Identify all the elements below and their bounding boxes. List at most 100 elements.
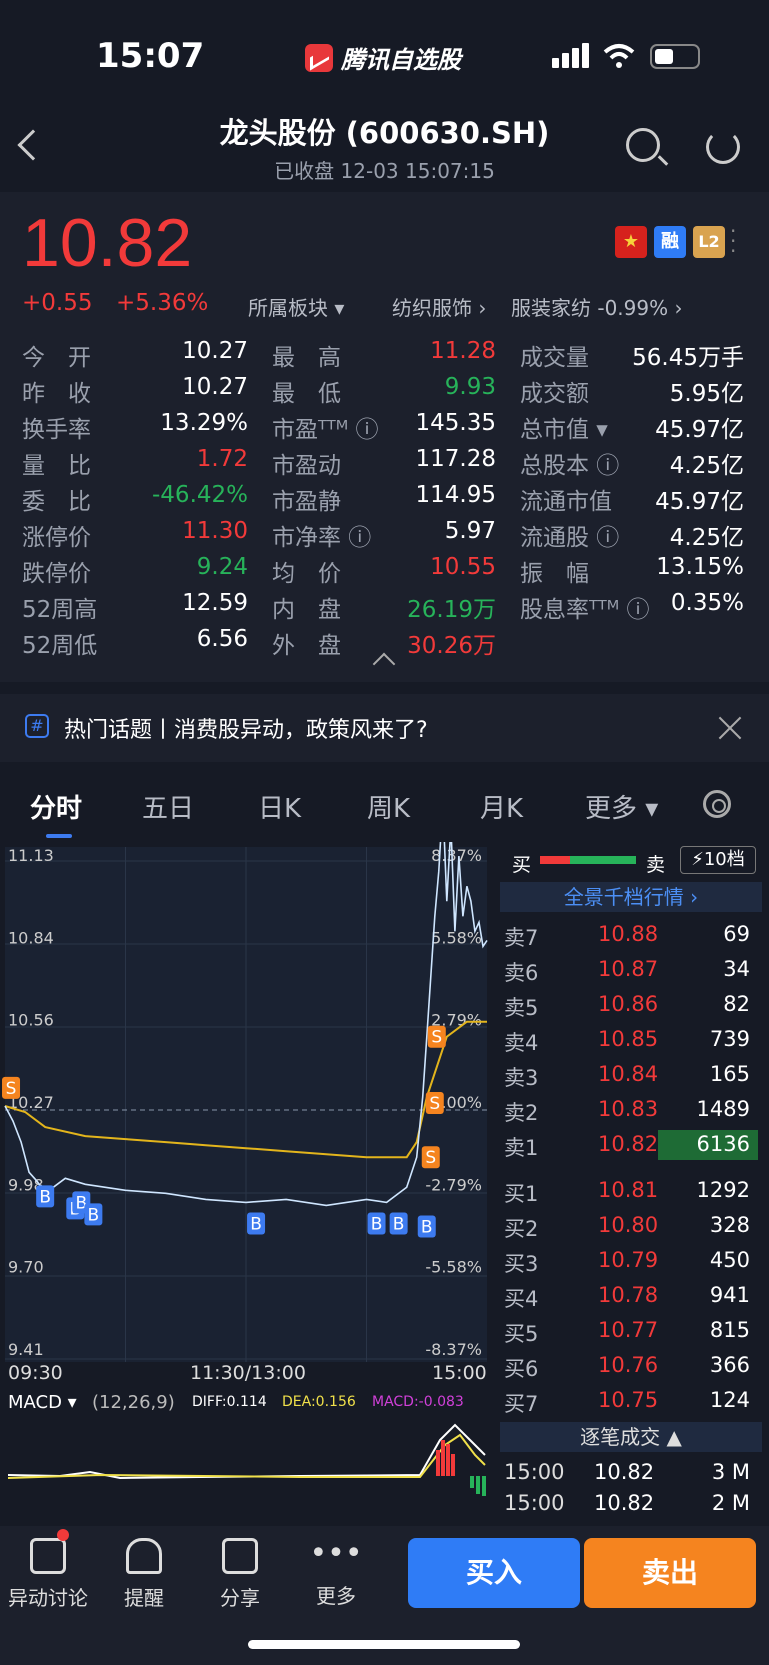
tick-trades-header[interactable]: 逐笔成交 ▲: [500, 1422, 762, 1452]
intraday-chart[interactable]: 11.13 8.37%10.84 5.58%10.56 2.79%10.27 0.00%…: [0, 842, 492, 1362]
ask-row[interactable]: 卖1 10.82 6136: [504, 1128, 762, 1163]
ob-sell-label: 卖: [646, 854, 666, 876]
bid-row[interactable]: 买1 10.81 1292: [504, 1174, 762, 1209]
bid-volume: 366: [709, 1353, 750, 1377]
y-tick-left: 10.56: [8, 1011, 54, 1030]
stat-value-col3-2: 45.97亿: [655, 417, 744, 443]
app-logo-icon: [305, 43, 333, 72]
tab-monthly-k[interactable]: 月K: [480, 788, 523, 825]
sell-ratio-bar: [570, 856, 636, 864]
app-brand: 腾讯自选股: [305, 40, 461, 75]
stat-label-col1-5: 涨停价: [22, 525, 91, 551]
ask-volume: 6136: [696, 1132, 750, 1156]
bid-volume: 450: [709, 1248, 750, 1272]
tick-volume: 2 M: [711, 1491, 750, 1515]
search-icon[interactable]: [626, 128, 660, 162]
svg-text:B: B: [371, 1214, 383, 1234]
signal-bar-2: [562, 53, 569, 68]
ask-volume: 739: [709, 1027, 750, 1051]
x-label-open: 09:30: [8, 1362, 63, 1384]
nav-more-label: 更多: [316, 1584, 356, 1608]
stat-value-col2-0: 11.28: [430, 338, 496, 364]
bid-row[interactable]: 买3 10.79 450: [504, 1244, 762, 1279]
home-indicator[interactable]: [248, 1640, 520, 1649]
stat-label-col3-5: 流通股 ⓘ: [520, 525, 620, 551]
ask-row[interactable]: 卖4 10.85 739: [504, 1023, 762, 1058]
stat-value-col1-2: 13.29%: [160, 410, 248, 436]
buy-button[interactable]: 买入: [408, 1538, 580, 1608]
settings-icon[interactable]: [703, 790, 731, 818]
status-bar: 15:07 腾讯自选股: [0, 0, 769, 112]
more-dots-icon[interactable]: · · ·: [730, 221, 736, 261]
ask-row[interactable]: 卖2 10.83 1489: [504, 1093, 762, 1128]
bid-price: 10.76: [598, 1353, 659, 1377]
nav-alert[interactable]: 提醒: [104, 1526, 184, 1611]
buy-signal-marker: B: [417, 1215, 436, 1238]
margin-badge[interactable]: 融: [654, 226, 686, 258]
bid-row[interactable]: 买2 10.80 328: [504, 1209, 762, 1244]
share-icon: [222, 1538, 258, 1574]
tick-time: 15:00: [504, 1460, 565, 1484]
stat-label-col3-3: 总股本 ⓘ: [520, 453, 620, 479]
chart-tabs: 分时 五日 日K 周K 月K 更多 ▾: [0, 770, 769, 842]
l2-badge[interactable]: L2: [693, 226, 725, 258]
wifi-icon: [603, 44, 635, 68]
ask-row[interactable]: 卖3 10.84 165: [504, 1058, 762, 1093]
macd-params: (12,26,9): [92, 1392, 175, 1413]
stat-label-col1-0: 今 开: [22, 345, 91, 371]
stat-value-col1-5: 11.30: [182, 518, 248, 544]
last-price: 10.82: [22, 205, 193, 281]
ask-label: 卖3: [504, 1066, 539, 1090]
ask-row[interactable]: 卖7 10.88 69: [504, 918, 762, 953]
tab-intraday[interactable]: 分时: [30, 788, 82, 825]
nav-more[interactable]: ••• 更多: [296, 1526, 376, 1609]
bid-row[interactable]: 买5 10.77 815: [504, 1314, 762, 1349]
nav-discuss[interactable]: 异动讨论: [8, 1526, 88, 1611]
sell-button[interactable]: 卖出: [584, 1538, 756, 1608]
stat-value-col2-3: 117.28: [415, 446, 496, 472]
ask-volume: 1489: [696, 1097, 750, 1121]
levels-button[interactable]: ⚡10档: [680, 846, 756, 874]
svg-text:B: B: [421, 1217, 433, 1237]
stat-value-col3-4: 45.97亿: [655, 489, 744, 515]
ask-price: 10.84: [598, 1062, 659, 1086]
bid-row[interactable]: 买6 10.76 366: [504, 1349, 762, 1384]
stat-label-col1-3: 量 比: [22, 453, 91, 479]
bid-label: 买5: [504, 1322, 539, 1346]
stat-label-col2-3: 市盈动: [272, 453, 341, 479]
ask-label: 卖4: [504, 1031, 539, 1055]
macd-dropdown[interactable]: MACD ▾: [8, 1392, 77, 1413]
sector-dropdown[interactable]: 所属板块 ▾: [248, 292, 344, 321]
bid-row[interactable]: 买7 10.75 124: [504, 1384, 762, 1419]
signal-bar-4: [582, 43, 589, 68]
china-flag-icon: ★: [615, 226, 647, 258]
stat-label-col2-2: 市盈ᵀᵀᴹ ⓘ: [272, 417, 379, 443]
tab-weekly-k[interactable]: 周K: [367, 788, 410, 825]
stat-label-col2-7: 内 盘: [272, 597, 341, 623]
ask-row[interactable]: 卖6 10.87 34: [504, 953, 762, 988]
sector-link-apparel[interactable]: 服装家纺 -0.99% ›: [511, 292, 682, 321]
bid-row[interactable]: 买4 10.78 941: [504, 1279, 762, 1314]
close-icon[interactable]: [718, 716, 742, 740]
stat-value-col3-5: 4.25亿: [669, 525, 744, 551]
tick-price: 10.82: [594, 1460, 655, 1484]
tab-daily-k[interactable]: 日K: [258, 788, 301, 825]
svg-text:S: S: [6, 1079, 17, 1099]
sector-link-textile[interactable]: 纺织服饰 ›: [392, 292, 486, 321]
full-depth-link[interactable]: 全景千档行情 ›: [500, 882, 762, 912]
tab-more[interactable]: 更多 ▾: [585, 788, 658, 825]
stat-label-col1-4: 委 比: [22, 489, 91, 515]
svg-text:S: S: [431, 1028, 442, 1048]
nav-share[interactable]: 分享: [200, 1526, 280, 1611]
hot-topic-bar[interactable]: # 热门话题丨消费股异动，政策风来了?: [0, 694, 769, 762]
refresh-icon[interactable]: [706, 130, 740, 164]
stat-label-col1-1: 昨 收: [22, 381, 91, 407]
buy-signal-marker: B: [247, 1212, 266, 1235]
stat-value-col3-6: 13.15%: [656, 554, 744, 580]
ask-row[interactable]: 卖5 10.86 82: [504, 988, 762, 1023]
tab-five-day[interactable]: 五日: [142, 788, 194, 825]
bell-icon: [126, 1538, 162, 1574]
stat-value-col2-4: 114.95: [415, 482, 496, 508]
bid-volume: 328: [709, 1213, 750, 1237]
svg-text:B: B: [393, 1214, 405, 1234]
